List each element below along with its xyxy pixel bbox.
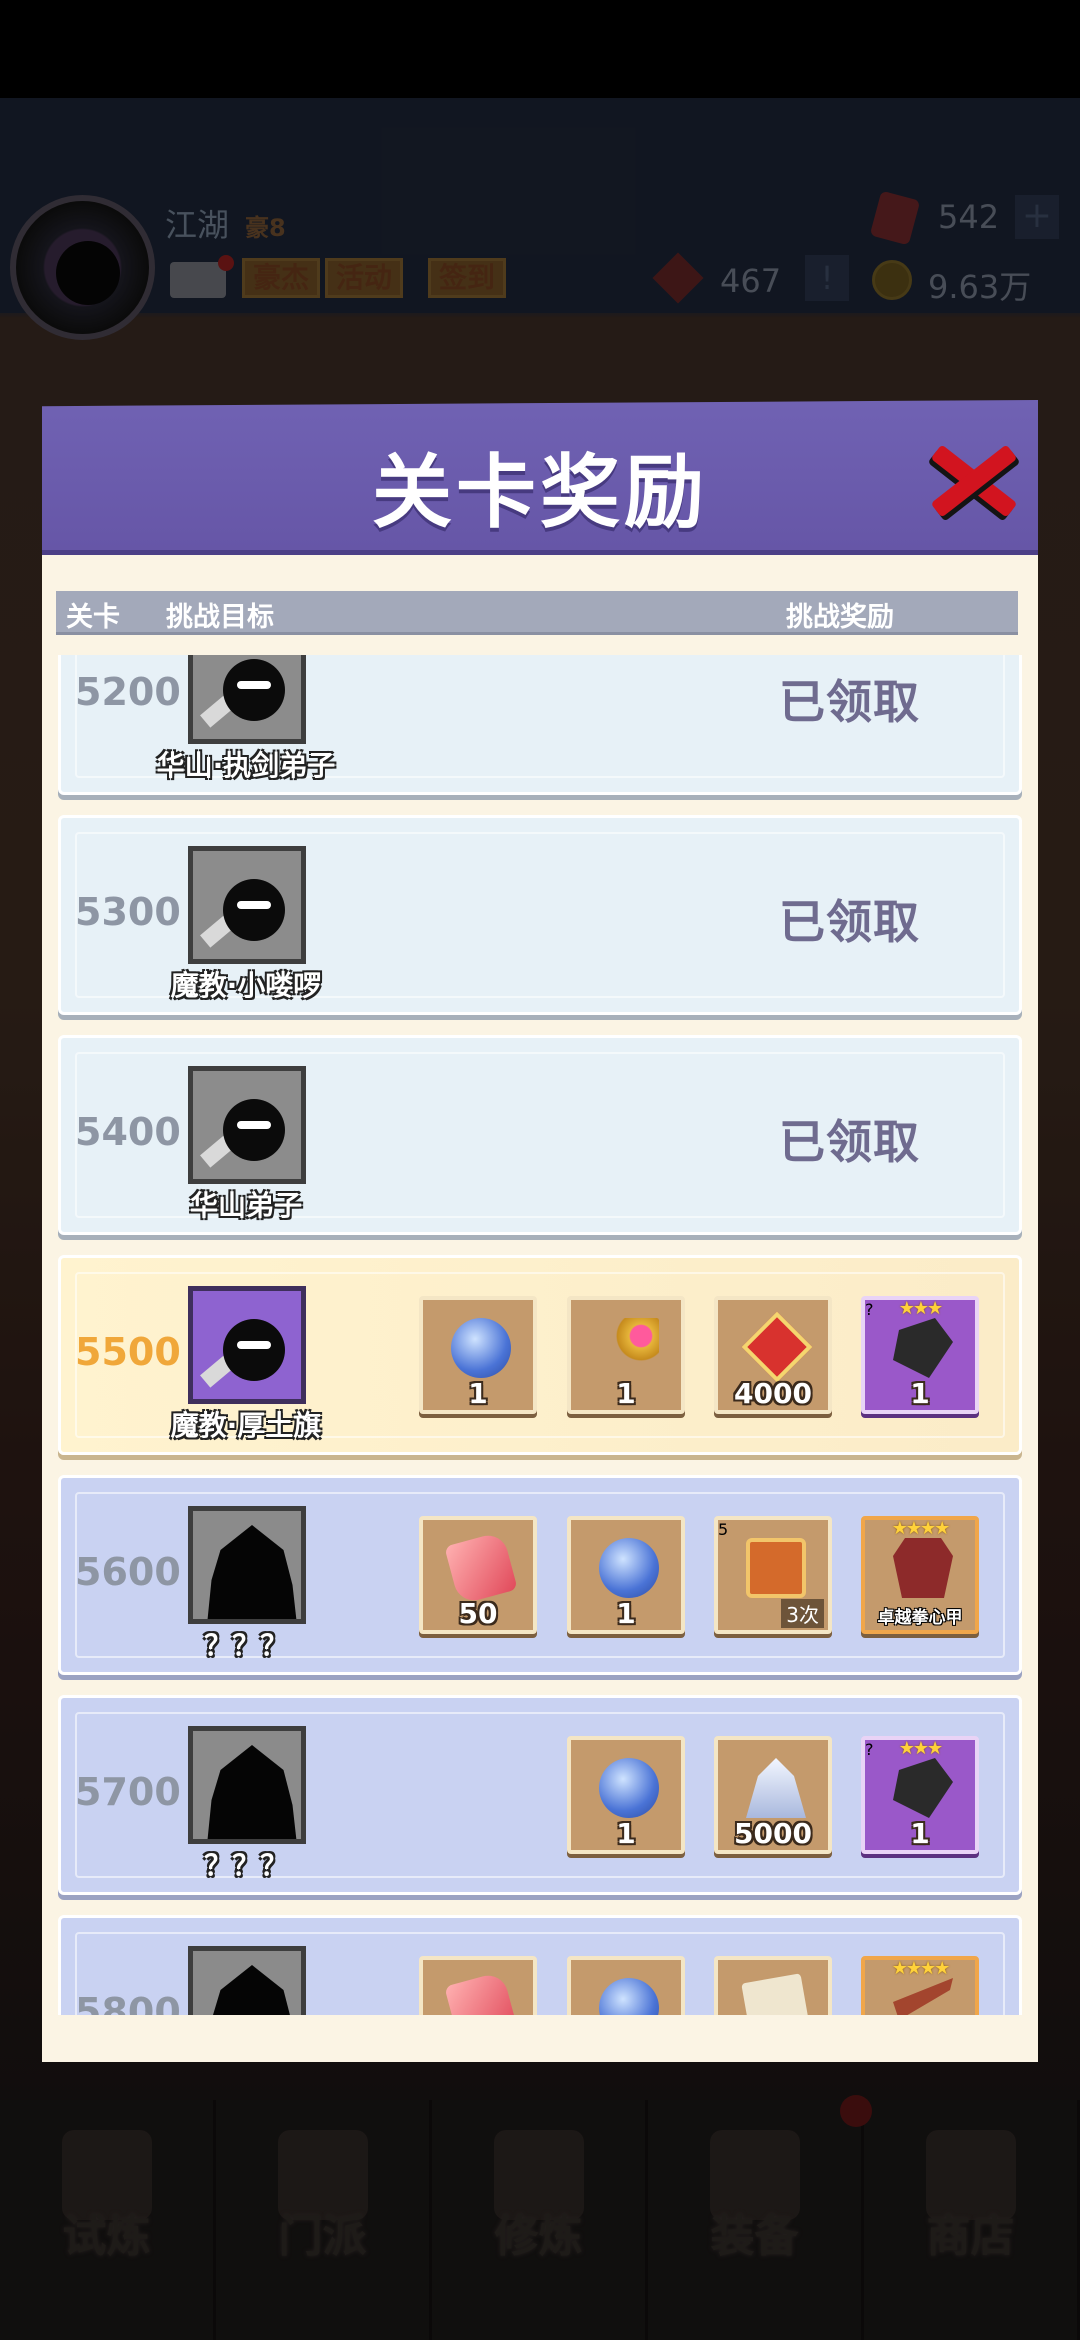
weapon-icon xyxy=(893,1978,953,2015)
orb-icon xyxy=(599,1758,659,1818)
claimed-label: 已领取 xyxy=(779,675,920,729)
stage-number: 5500 xyxy=(75,1330,181,1374)
mystery-icon xyxy=(893,1318,953,1378)
stage-row[interactable]: 5400 华山弟子 已领取 xyxy=(58,1035,1022,1235)
boss-silhouette xyxy=(207,1525,297,1619)
reward-quantity: 1 xyxy=(616,1377,636,1410)
boss-portrait[interactable] xyxy=(188,655,306,744)
boss-portrait[interactable] xyxy=(188,1066,306,1184)
stage-number: 5700 xyxy=(75,1770,181,1814)
reward-item[interactable]: ? ★★★ 1 xyxy=(861,1736,979,1854)
stage-row[interactable]: 5500 魔教·厚土旗 1 1 4000? ★★★ 1 xyxy=(58,1255,1022,1455)
reward-item[interactable]: 4000 xyxy=(714,1296,832,1414)
stage-row[interactable]: 5300 魔教·小喽啰 已领取 xyxy=(58,815,1022,1015)
boss-eyes xyxy=(237,1341,271,1349)
close-icon[interactable] xyxy=(930,436,1016,522)
reward-quantity: 1 xyxy=(468,1377,488,1410)
star-rating: ★★★★ xyxy=(891,1958,951,1979)
reward-item[interactable] xyxy=(419,1956,537,2015)
reward-quantity: 4000 xyxy=(734,1377,812,1410)
stage-reward-modal: 关卡奖励 关卡 挑战目标 挑战奖励 5200 华山·执剑弟子 已领取 5300 魔教·小… xyxy=(42,400,1038,2062)
boss-name: 华山·执剑弟子 xyxy=(156,749,336,782)
reward-quantity: 5000 xyxy=(734,1817,812,1850)
boss-portrait[interactable] xyxy=(188,1506,306,1624)
reward-quantity: 1 xyxy=(616,1597,636,1630)
reward-item[interactable]: ? ★★★ 1 xyxy=(861,1296,979,1414)
stage-number: 5600 xyxy=(75,1550,181,1594)
claimed-label: 已领取 xyxy=(779,1115,920,1169)
boss-silhouette xyxy=(207,1745,297,1839)
boss-name: 华山弟子 xyxy=(189,1189,302,1222)
header-reward: 挑战奖励 xyxy=(786,602,894,633)
boss-name: 魔教·厚土旗 xyxy=(170,1409,322,1442)
stage-number: 5400 xyxy=(75,1110,181,1154)
reward-item[interactable]: ★★★★ 卓越拳心甲 xyxy=(861,1516,979,1634)
gem-icon xyxy=(444,1531,518,1605)
reward-quantity: 1 xyxy=(910,1817,930,1850)
reward-quantity: 1 xyxy=(616,1817,636,1850)
reward-item[interactable]: 1 xyxy=(567,1516,685,1634)
key-icon xyxy=(599,1318,659,1378)
stage-number: 5200 xyxy=(75,670,181,714)
reward-quantity: 1 xyxy=(910,1377,930,1410)
mystery-icon xyxy=(893,1758,953,1818)
boss-head xyxy=(223,659,285,721)
honor-icon xyxy=(741,1311,813,1383)
boss-portrait[interactable] xyxy=(188,1946,306,2015)
reward-item[interactable]: ★★★★ xyxy=(861,1956,979,2015)
stage-row[interactable]: 5800 ★★★★ xyxy=(58,1915,1022,2015)
boss-name: 魔教·小喽啰 xyxy=(170,969,322,1002)
column-header: 关卡 挑战目标 挑战奖励 xyxy=(56,591,1018,635)
boss-eyes xyxy=(237,681,271,689)
modal-title: 关卡奖励 xyxy=(372,446,708,539)
reward-item[interactable] xyxy=(714,1956,832,2015)
stage-list[interactable]: 5200 华山·执剑弟子 已领取 5300 魔教·小喽啰 已领取 5400 华山弟子 已领取 55… xyxy=(58,655,1022,2015)
reward-item[interactable]: 5000 xyxy=(714,1736,832,1854)
boss-portrait[interactable] xyxy=(188,846,306,964)
gem-icon xyxy=(444,1971,518,2015)
star-rating: ★★★ xyxy=(898,1298,943,1319)
stage-number: 5800 xyxy=(75,1990,181,2015)
reward-item[interactable]: 5 3次 xyxy=(714,1516,832,1634)
reward-quantity: 50 xyxy=(458,1597,498,1630)
header-stage: 关卡 xyxy=(66,602,120,633)
stage-row[interactable]: 5200 华山·执剑弟子 已领取 xyxy=(58,655,1022,795)
stage-number: 5300 xyxy=(75,890,181,934)
status-bar xyxy=(0,0,1080,98)
boss-silhouette xyxy=(207,1965,297,2015)
star-rating: ★★★ xyxy=(898,1738,943,1759)
boss-name: ？？？ xyxy=(203,1629,288,1662)
orb-icon xyxy=(451,1318,511,1378)
reward-item[interactable]: 50 xyxy=(419,1516,537,1634)
header-target: 挑战目标 xyxy=(166,602,274,633)
stage-row[interactable]: 5700？？？ 1 5000? ★★★ 1 xyxy=(58,1695,1022,1895)
boss-head xyxy=(223,1319,285,1381)
boss-portrait[interactable] xyxy=(188,1286,306,1404)
crystal-icon xyxy=(746,1758,806,1818)
boss-portrait[interactable] xyxy=(188,1726,306,1844)
boss-name: ？？？ xyxy=(203,1849,288,1882)
reward-times: 3次 xyxy=(781,1599,824,1628)
boss-eyes xyxy=(237,901,271,909)
modal-body: 关卡 挑战目标 挑战奖励 5200 华山·执剑弟子 已领取 5300 魔教·小喽啰 已领取… xyxy=(42,555,1038,2062)
reward-item[interactable]: 1 xyxy=(567,1296,685,1414)
reward-item[interactable] xyxy=(567,1956,685,2015)
item-mark: 5 xyxy=(718,1520,729,1539)
boss-eyes xyxy=(237,1121,271,1129)
orb-icon xyxy=(599,1538,659,1598)
scroll-icon xyxy=(746,1538,806,1598)
armor-icon xyxy=(893,1538,953,1598)
boss-head xyxy=(223,879,285,941)
reward-item[interactable]: 1 xyxy=(567,1736,685,1854)
stage-row[interactable]: 5600 ？？？ 50 1 5 3次 ★★★★ 卓越拳心甲 xyxy=(58,1475,1022,1675)
boss-head xyxy=(223,1099,285,1161)
orb-icon xyxy=(599,1978,659,2015)
star-rating: ★★★★ xyxy=(891,1518,951,1539)
claimed-label: 已领取 xyxy=(779,895,920,949)
reward-item[interactable]: 1 xyxy=(419,1296,537,1414)
modal-header: 关卡奖励 xyxy=(42,400,1038,555)
reward-item-name: 卓越拳心甲 xyxy=(877,1608,963,1628)
paper-icon xyxy=(741,1973,811,2015)
